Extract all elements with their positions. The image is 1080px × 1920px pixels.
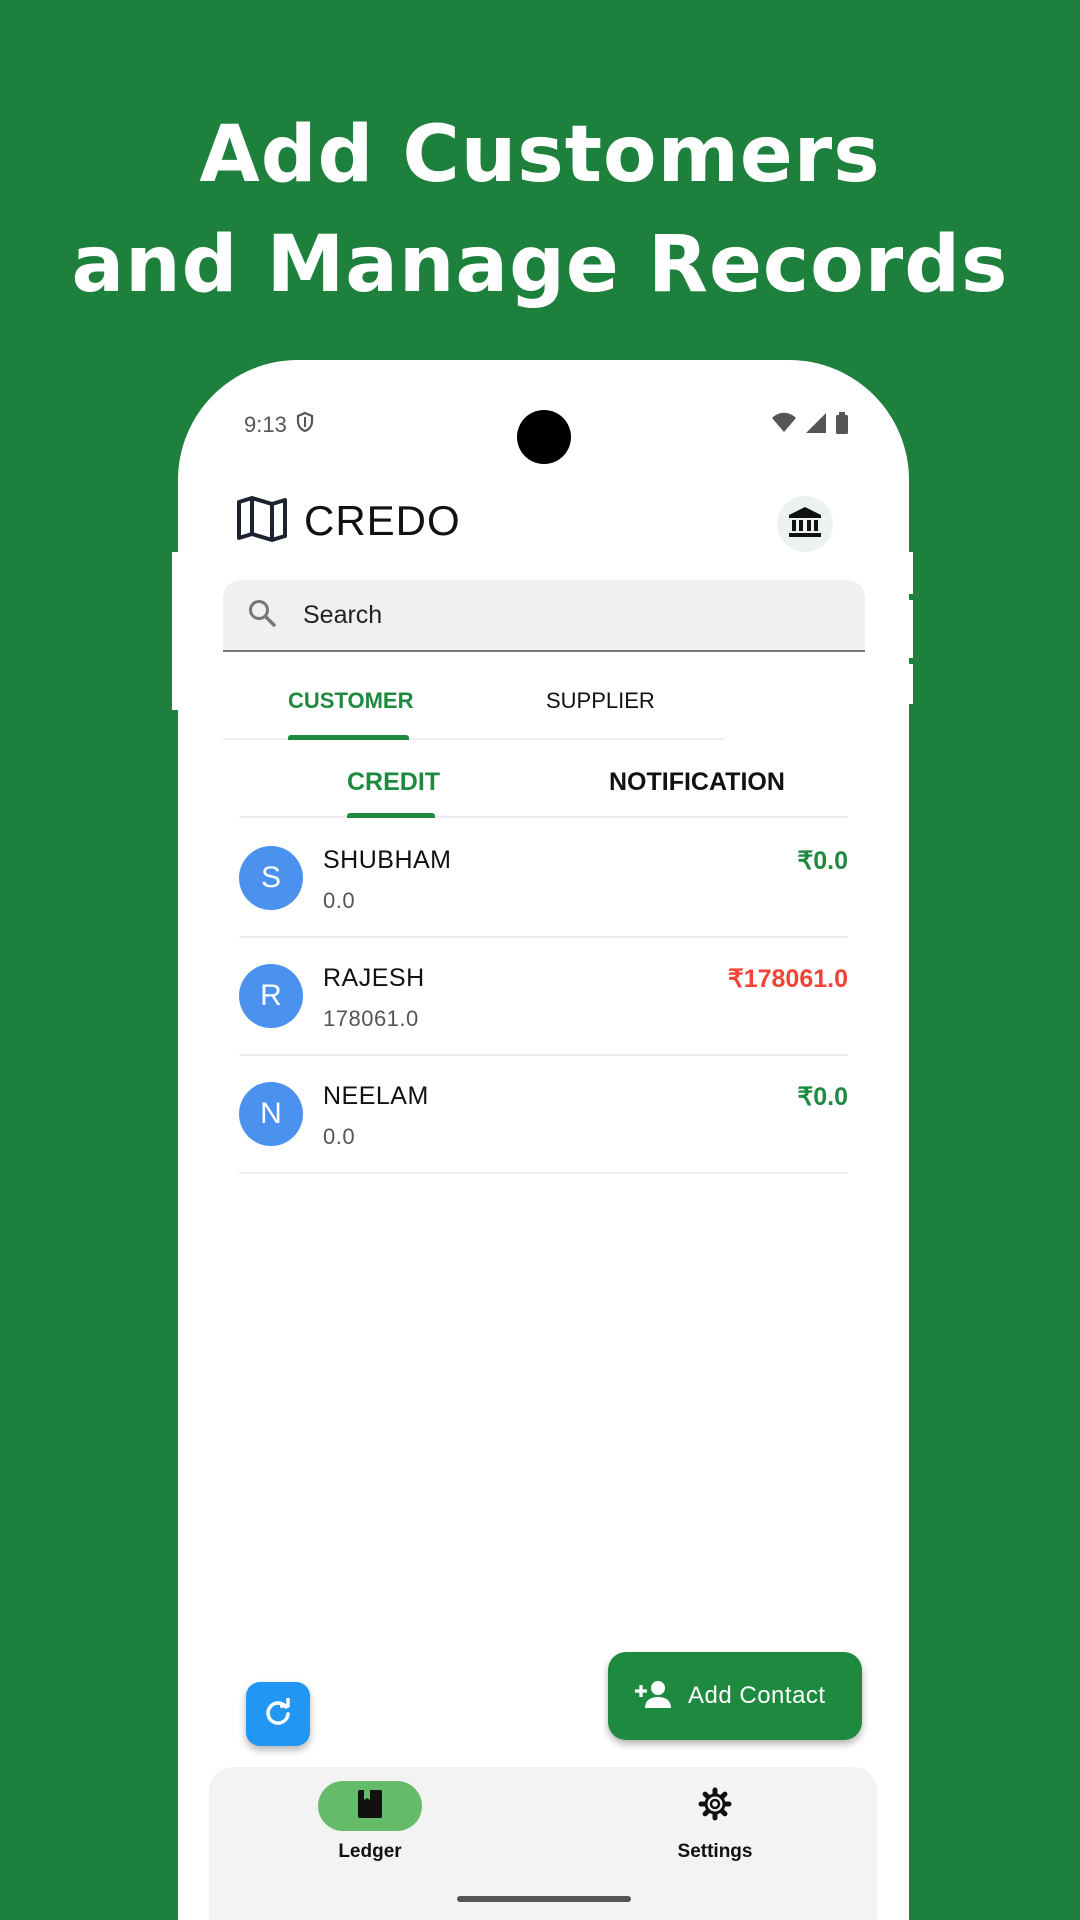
contact-balance: 0.0	[323, 1124, 356, 1149]
phone-frame: 9:13 CREDO Search CUSTOMER SUPPLIER CRED…	[178, 360, 909, 1920]
tab-notification[interactable]: NOTIFICATION	[609, 768, 785, 797]
list-item[interactable]: N NEELAM 0.0 ₹0.0	[239, 1056, 848, 1174]
contact-amount: ₹0.0	[797, 847, 848, 875]
person-add-icon	[634, 1679, 674, 1713]
list-item[interactable]: R RAJESH 178061.0 ₹178061.0	[239, 938, 848, 1056]
avatar: S	[239, 846, 303, 910]
refresh-icon	[263, 1697, 293, 1731]
avatar: R	[239, 964, 303, 1028]
avatar: N	[239, 1082, 303, 1146]
search-placeholder: Search	[303, 600, 383, 629]
camera-hole	[517, 410, 571, 464]
contact-name: RAJESH	[323, 964, 425, 992]
contact-amount: ₹178061.0	[727, 965, 848, 993]
book-icon	[357, 1789, 383, 1823]
bank-button[interactable]	[777, 496, 833, 552]
tab-indicator	[347, 813, 435, 818]
tab-supplier[interactable]: SUPPLIER	[546, 688, 655, 714]
view-tabs: CREDIT NOTIFICATION	[239, 738, 848, 818]
bank-icon	[788, 506, 822, 542]
list-item[interactable]: S SHUBHAM 0.0 ₹0.0	[239, 820, 848, 938]
status-bar-right	[771, 412, 849, 438]
signal-icon	[805, 412, 827, 438]
tab-customer[interactable]: CUSTOMER	[288, 688, 414, 714]
party-type-tabs: CUSTOMER SUPPLIER	[223, 660, 724, 740]
contact-name: NEELAM	[323, 1082, 429, 1110]
nav-pill	[663, 1781, 767, 1831]
add-contact-label: Add Contact	[688, 1682, 826, 1709]
nav-active-pill	[318, 1781, 422, 1831]
wifi-icon	[771, 412, 797, 438]
nav-item-ledger[interactable]: Ledger	[270, 1781, 470, 1863]
battery-icon	[835, 412, 849, 438]
app-title: CREDO	[304, 497, 461, 544]
headline-line-1: Add Customers	[199, 110, 881, 200]
search-input[interactable]: Search	[223, 580, 865, 652]
contact-list: S SHUBHAM 0.0 ₹0.0 R RAJESH 178061.0 ₹17…	[239, 820, 848, 1174]
nav-item-settings[interactable]: Settings	[615, 1781, 815, 1863]
gear-icon	[698, 1787, 732, 1825]
status-time: 9:13	[244, 412, 287, 437]
promo-headline: Add Customers and Manage Records	[0, 100, 1080, 320]
book-open-icon	[236, 496, 288, 546]
home-indicator[interactable]	[457, 1896, 631, 1902]
contact-balance: 178061.0	[323, 1006, 419, 1031]
nav-label-ledger: Ledger	[338, 1841, 402, 1862]
app-bar: CREDO	[236, 496, 461, 546]
headline-line-2: and Manage Records	[71, 220, 1009, 310]
status-bar-left: 9:13	[244, 411, 315, 439]
shield-icon	[295, 411, 315, 439]
search-icon	[247, 598, 277, 632]
add-contact-button[interactable]: Add Contact	[608, 1652, 862, 1740]
refresh-button[interactable]	[246, 1682, 310, 1746]
contact-balance: 0.0	[323, 888, 356, 913]
tab-credit[interactable]: CREDIT	[347, 768, 440, 797]
contact-amount: ₹0.0	[797, 1083, 848, 1111]
contact-name: SHUBHAM	[323, 846, 452, 874]
nav-label-settings: Settings	[677, 1841, 753, 1862]
